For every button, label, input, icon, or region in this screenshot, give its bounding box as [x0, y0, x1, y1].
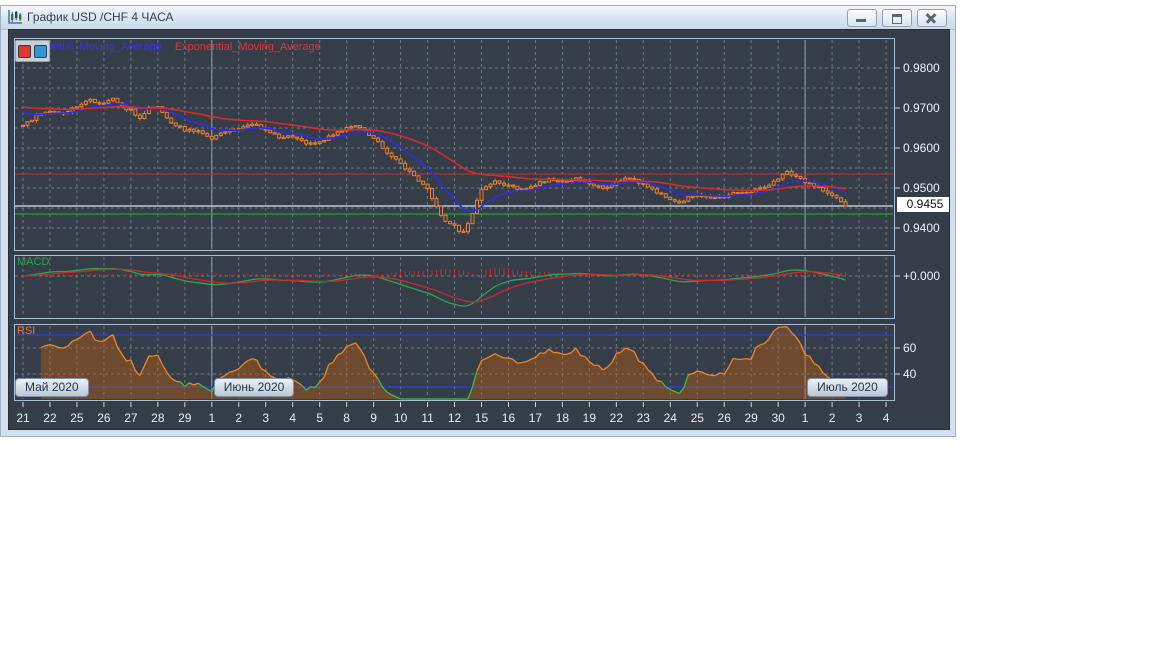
window-title: График USD /CHF 4 ЧАСА: [27, 10, 174, 24]
time-axis-label: 9: [370, 411, 377, 425]
macd-axis-value: +0.000: [903, 269, 941, 283]
month-chip: Июль 2020: [807, 378, 888, 397]
rsi-series: [40, 326, 847, 400]
indicator-buttons: [15, 40, 50, 62]
time-axis-label: 3: [262, 411, 270, 425]
macd-series: [22, 267, 847, 307]
time-axis-label: 29: [744, 411, 758, 425]
time-axis-label: 18: [555, 411, 570, 425]
time-axis-label: 4: [289, 411, 297, 425]
price-tick-label: 0.9700: [903, 101, 940, 115]
time-axis-label: 5: [316, 411, 323, 425]
month-chip: Июнь 2020: [213, 378, 295, 397]
time-axis-label: 19: [582, 411, 597, 425]
month-chip: Май 2020: [15, 378, 89, 397]
time-axis-label: 3: [855, 411, 863, 425]
time-axis-label: 16: [501, 411, 516, 425]
time-axis-label: 22: [609, 411, 623, 425]
close-button[interactable]: [917, 9, 947, 27]
time-axis-label: 8: [343, 411, 350, 425]
time-axis-label: 1: [208, 411, 216, 425]
time-axis-label: 25: [70, 411, 84, 425]
time-axis-label: 12: [447, 411, 462, 425]
time-axis-label: 4: [882, 411, 890, 425]
chart-plot[interactable]: [9, 30, 950, 430]
rsi-indicator-label: RSI: [17, 325, 36, 337]
time-axis-label: 24: [663, 411, 677, 425]
rsi-tick-label: 60: [903, 341, 917, 355]
title-bar[interactable]: График USD /CHF 4 ЧАСА: [1, 6, 955, 30]
time-axis-label: 1: [801, 411, 809, 425]
rsi-tick-label: 40: [903, 367, 917, 381]
price-tick-label: 0.9600: [903, 141, 940, 155]
price-tick-label: 0.9400: [903, 221, 940, 235]
restore-button[interactable]: [882, 9, 912, 27]
time-axis-label: 27: [124, 411, 138, 425]
time-axis-label: 17: [528, 411, 543, 425]
time-axis-label: 10: [393, 411, 408, 425]
time-axis-label: 11: [421, 411, 434, 425]
indicator-remove-blue-button[interactable]: [34, 44, 47, 58]
price-tick-label: 0.9500: [903, 181, 940, 195]
time-axis-label: 28: [151, 411, 165, 425]
time-axis-label: 30: [771, 411, 785, 425]
time-axis-label: 26: [97, 411, 111, 425]
chart-window: График USD /CHF 4 ЧАСА ential_Moving_Ave…: [0, 5, 956, 437]
indicator-legend: ential_Moving_Average Exponential_Moving…: [47, 41, 321, 53]
minimize-button[interactable]: [847, 9, 877, 27]
time-axis-label: 23: [636, 411, 650, 425]
time-axis-label: 29: [178, 411, 192, 425]
current-price-box: 0.9455: [897, 197, 949, 212]
macd-indicator-label: MACD: [17, 256, 50, 268]
time-axis-label: 21: [16, 411, 30, 425]
moving-averages: [22, 102, 846, 213]
ema-slow-legend-label: Exponential_Moving_Average: [174, 41, 321, 53]
chart-client-area[interactable]: ential_Moving_Average Exponential_Moving…: [8, 29, 950, 430]
time-axis-label: 2: [828, 411, 836, 425]
ema-fast-legend-label: ential_Moving_Average: [47, 41, 162, 53]
time-axis-label: 26: [717, 411, 731, 425]
time-axis-label: 22: [43, 411, 57, 425]
price-tick-label: 0.9800: [903, 61, 940, 75]
time-axis-label: 2: [235, 411, 243, 425]
time-axis-label: 25: [690, 411, 704, 425]
time-axis-label: 15: [474, 411, 489, 425]
candlestick-chart-icon: [8, 10, 22, 24]
indicator-remove-red-button[interactable]: [18, 44, 31, 58]
